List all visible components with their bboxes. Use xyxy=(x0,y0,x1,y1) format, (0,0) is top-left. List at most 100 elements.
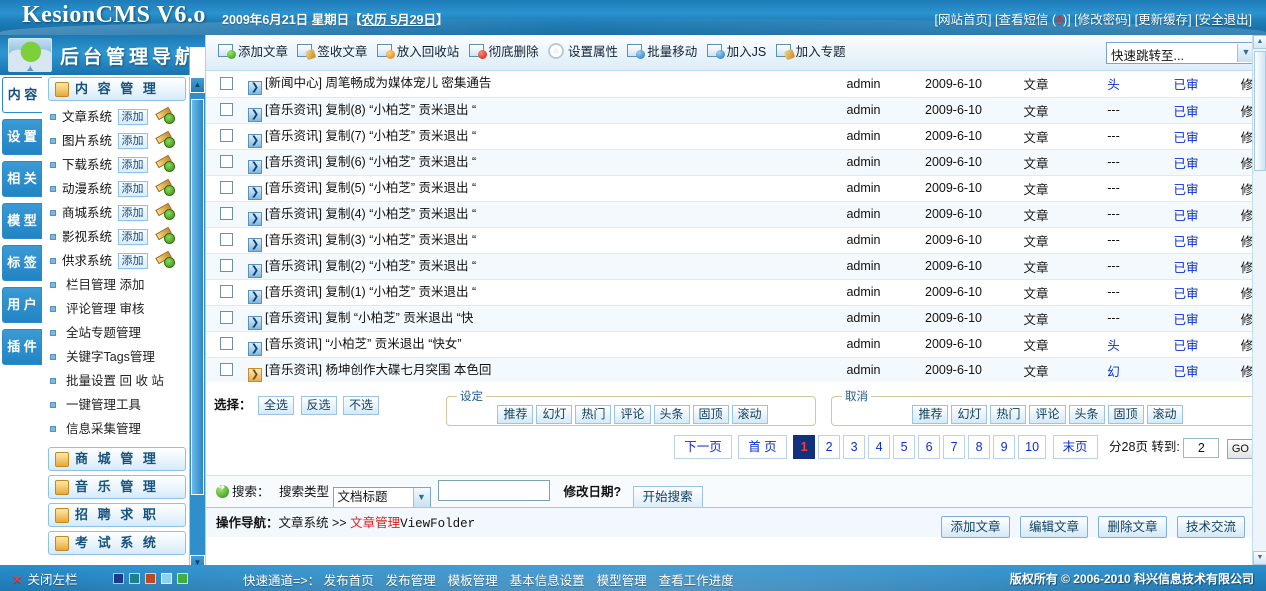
sidebar-item-comment-manage[interactable]: 评论管理 审核 xyxy=(46,297,188,321)
search-type-select[interactable]: 文档标题 ▼ xyxy=(333,487,431,508)
add-button[interactable]: 添加 xyxy=(118,253,148,269)
sidebar-scroll-thumb[interactable] xyxy=(191,99,204,495)
page-number-button[interactable]: 6 xyxy=(918,435,940,459)
row-title[interactable]: 杨坤创作大碟七月突围 本色回 xyxy=(325,363,491,377)
add-button[interactable]: 添加 xyxy=(118,157,148,173)
toolbar-set-attributes[interactable]: 设置属性 xyxy=(548,35,624,69)
set-attr-button[interactable]: 热门 xyxy=(575,405,611,424)
main-scroll-down-icon[interactable]: ▼ xyxy=(1253,551,1266,565)
sidebar-item-download-system[interactable]: 下载系统 添加 xyxy=(46,153,188,177)
theme-swatch[interactable] xyxy=(177,573,188,584)
edit-article-button[interactable]: 编辑文章 xyxy=(1020,516,1088,538)
row-title[interactable]: 复制(5) “小柏芝” 贡米退出 “ xyxy=(325,181,476,195)
sidebar-item-image-system[interactable]: 图片系统 添加 xyxy=(46,129,188,153)
theme-swatch[interactable] xyxy=(145,573,156,584)
quick-link[interactable]: 发布管理 xyxy=(386,574,436,588)
sidebar-tab-content[interactable]: 内 容 xyxy=(2,77,42,113)
page-number-button[interactable]: 2 xyxy=(818,435,840,459)
link-change-password[interactable]: [修改密码] xyxy=(1074,13,1131,27)
row-title[interactable]: 复制 “小柏芝” 贡米退出 “快 xyxy=(325,311,473,325)
start-search-button[interactable]: 开始搜索 xyxy=(633,486,703,509)
sidebar-item-anime-system[interactable]: 动漫系统 添加 xyxy=(46,177,188,201)
quick-link[interactable]: 基本信息设置 xyxy=(510,574,585,588)
invert-selection-button[interactable]: 反选 xyxy=(301,396,337,415)
edit-pencil-icon[interactable] xyxy=(155,228,175,244)
sidebar-tab-related[interactable]: 相 关 xyxy=(2,161,42,197)
set-attr-button[interactable]: 评论 xyxy=(614,405,650,424)
cancel-attr-button[interactable]: 幻灯 xyxy=(951,405,987,424)
delete-article-button[interactable]: 删除文章 xyxy=(1098,516,1166,538)
row-title[interactable]: 周笔畅成为媒体宠儿 密集通告 xyxy=(325,76,491,90)
edit-pencil-icon[interactable] xyxy=(155,252,175,268)
row-checkbox[interactable] xyxy=(220,233,233,246)
main-scroll-up-icon[interactable]: ▲ xyxy=(1253,35,1266,49)
set-attr-button[interactable]: 头条 xyxy=(654,405,690,424)
add-button[interactable]: 添加 xyxy=(118,133,148,149)
row-status-link[interactable]: 已审 xyxy=(1173,78,1198,92)
cancel-attr-button[interactable]: 滚动 xyxy=(1147,405,1183,424)
row-status-link[interactable]: 已审 xyxy=(1173,287,1198,301)
cancel-attr-button[interactable]: 固顶 xyxy=(1108,405,1144,424)
set-attr-button[interactable]: 固顶 xyxy=(693,405,729,424)
sidebar-group-jobs[interactable]: 招 聘 求 职 xyxy=(48,503,186,527)
row-checkbox[interactable] xyxy=(220,311,233,324)
row-checkbox[interactable] xyxy=(220,259,233,272)
row-checkbox[interactable] xyxy=(220,103,233,116)
theme-swatch[interactable] xyxy=(129,573,140,584)
sidebar-tab-model[interactable]: 模 型 xyxy=(2,203,42,239)
page-first-button[interactable]: 首 页 xyxy=(738,435,786,459)
toolbar-add-article[interactable]: 添加文章 xyxy=(218,35,294,69)
toolbar-sign-article[interactable]: 签收文章 xyxy=(297,35,373,69)
row-status-link[interactable]: 已审 xyxy=(1173,157,1198,171)
close-sidebar-button[interactable]: ✕关闭左栏 xyxy=(12,569,78,588)
row-checkbox[interactable] xyxy=(220,181,233,194)
edit-pencil-icon[interactable] xyxy=(155,204,175,220)
toolbar-add-js[interactable]: 加入JS xyxy=(707,35,773,69)
row-checkbox[interactable] xyxy=(220,363,233,376)
link-logout[interactable]: [安全退出] xyxy=(1195,13,1252,27)
sidebar-scrollbar[interactable]: ▲ ▼ xyxy=(189,77,204,571)
theme-swatch[interactable] xyxy=(161,573,172,584)
add-button[interactable]: 添加 xyxy=(118,181,148,197)
link-site-home[interactable]: [网站首页] xyxy=(935,13,992,27)
row-status-link[interactable]: 已审 xyxy=(1173,365,1198,379)
page-number-button[interactable]: 5 xyxy=(893,435,915,459)
sidebar-tab-tags[interactable]: 标 签 xyxy=(2,245,42,281)
row-title[interactable]: “小柏芝” 贡米退出 “快女” xyxy=(325,337,461,351)
row-title[interactable]: 复制(8) “小柏芝” 贡米退出 “ xyxy=(325,103,476,117)
row-status-link[interactable]: 已审 xyxy=(1173,105,1198,119)
add-button[interactable]: 添加 xyxy=(118,229,148,245)
sidebar-item-batch-settings[interactable]: 批量设置 回 收 站 xyxy=(46,369,188,393)
page-number-button[interactable]: 8 xyxy=(968,435,990,459)
row-title[interactable]: 复制(3) “小柏芝” 贡米退出 “ xyxy=(325,233,476,247)
row-title[interactable]: 复制(7) “小柏芝” 贡米退出 “ xyxy=(325,129,476,143)
sidebar-item-article-system[interactable]: 文章系统 添加 xyxy=(46,105,188,129)
row-status-link[interactable]: 已审 xyxy=(1173,131,1198,145)
main-scroll-thumb[interactable] xyxy=(1254,51,1266,171)
page-number-button[interactable]: 4 xyxy=(868,435,890,459)
select-all-button[interactable]: 全选 xyxy=(258,396,294,415)
page-go-button[interactable]: GO xyxy=(1227,439,1254,459)
row-title[interactable]: 复制(4) “小柏芝” 贡米退出 “ xyxy=(325,207,476,221)
edit-pencil-icon[interactable] xyxy=(155,108,175,124)
search-input[interactable] xyxy=(438,480,550,501)
sidebar-item-mall-system[interactable]: 商城系统 添加 xyxy=(46,201,188,225)
sidebar-group-exam[interactable]: 考 试 系 统 xyxy=(48,531,186,555)
sidebar-tab-users[interactable]: 用 户 xyxy=(2,287,42,323)
main-scrollbar[interactable]: ▲ ▼ xyxy=(1252,35,1266,565)
row-checkbox[interactable] xyxy=(220,285,233,298)
tech-support-button[interactable]: 技术交流 xyxy=(1177,516,1245,538)
quick-link[interactable]: 模板管理 xyxy=(448,574,498,588)
theme-swatch[interactable] xyxy=(113,573,124,584)
row-status-link[interactable]: 已审 xyxy=(1173,339,1198,353)
row-status-link[interactable]: 已审 xyxy=(1173,183,1198,197)
set-attr-button[interactable]: 幻灯 xyxy=(536,405,572,424)
quick-jump-select[interactable]: 快速跳转至... ▼ xyxy=(1106,42,1256,64)
clear-selection-button[interactable]: 不选 xyxy=(343,396,379,415)
sidebar-tab-settings[interactable]: 设 置 xyxy=(2,119,42,155)
page-number-button[interactable]: 9 xyxy=(993,435,1015,459)
row-title[interactable]: 复制(1) “小柏芝” 贡米退出 “ xyxy=(325,285,476,299)
sidebar-tab-plugins[interactable]: 插 件 xyxy=(2,329,42,365)
sidebar-item-supply-system[interactable]: 供求系统 添加 xyxy=(46,249,188,273)
sidebar-group-content[interactable]: 内 容 管 理 xyxy=(48,77,186,101)
